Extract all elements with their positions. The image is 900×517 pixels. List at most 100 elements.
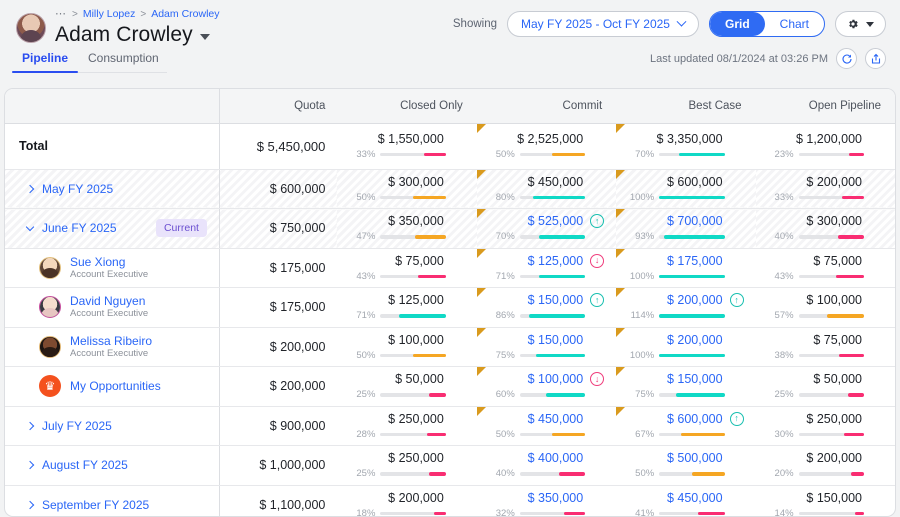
breadcrumb-overflow-icon[interactable]: ⋯ [55, 8, 67, 21]
metric-wrap: $ 100,000 57% [766, 293, 883, 321]
cell-commit[interactable]: $ 125,000 ↓ 71% [476, 248, 617, 288]
cell-commit[interactable]: $ 150,000 ↑ 86% [476, 287, 617, 328]
metric-value[interactable]: $ 175,000 [667, 254, 723, 268]
table-row: ♛ My Opportunities $ 200,000 $ 50,000 25% $ 1… [5, 366, 895, 407]
chevron-down-icon[interactable] [25, 222, 35, 231]
metric-wrap: $ 125,000 71% [347, 293, 464, 321]
metric-value-row: $ 125,000 ↓ [487, 253, 605, 268]
metric-percent: 70% [495, 231, 515, 243]
cell-best-case[interactable]: $ 200,000 100% [616, 327, 756, 367]
tab-consumption[interactable]: Consumption [78, 48, 169, 72]
metric-value-row: $ 600,000 ↑ [626, 411, 744, 426]
cell-best-case[interactable]: $ 450,000 41% [616, 485, 755, 517]
metric-value[interactable]: $ 450,000 [528, 412, 584, 426]
cell-quota: $ 200,000 [219, 327, 338, 367]
metric-value[interactable]: $ 150,000 [528, 293, 584, 307]
breadcrumb-item-milly-lopez[interactable]: Milly Lopez [83, 8, 136, 21]
metric-value[interactable]: $ 125,000 [528, 254, 584, 268]
metric-value: $ 600,000 [666, 174, 723, 189]
refresh-button[interactable] [836, 48, 857, 69]
view-toggle-grid[interactable]: Grid [709, 12, 765, 36]
cell-closed-only: $ 200,000 18% [337, 485, 476, 517]
metric-progress-row: 100% [626, 271, 743, 282]
tab-pipeline[interactable]: Pipeline [12, 48, 79, 73]
table-row: Melissa Ribeiro Account Executive $ 200,00… [5, 327, 895, 367]
cell-commit[interactable]: $ 450,000 50% [476, 406, 617, 446]
chevron-down-icon[interactable] [199, 34, 210, 40]
metric-percent: 33% [774, 191, 794, 203]
share-button[interactable] [865, 48, 886, 69]
cell-commit[interactable]: $ 525,000 ↑ 70% [476, 208, 617, 249]
metric-value-row: $ 75,000 [347, 254, 464, 268]
row-label-my-opportunities: ♛ My Opportunities [5, 366, 220, 407]
cell-quota: $ 175,000 [219, 287, 338, 328]
cell-commit[interactable]: $ 400,000 40% [476, 445, 617, 486]
month-link[interactable]: September FY 2025 [42, 498, 149, 512]
table-row: Sue Xiong Account Executive $ 175,000 $ 75,… [5, 248, 895, 288]
metric-value[interactable]: $ 350,000 [528, 491, 584, 505]
cell-best-case[interactable]: $ 175,000 100% [616, 248, 756, 288]
progress-fill [835, 274, 864, 278]
cell-best-case[interactable]: $ 500,000 50% [616, 445, 756, 486]
arrow-up-icon: ↑ [729, 293, 744, 308]
settings-button[interactable] [835, 11, 886, 37]
cell-best-case[interactable]: $ 600,000 ↑ 67% [616, 406, 756, 446]
metric-value[interactable]: $ 200,000 [667, 293, 723, 307]
progress-fill [552, 432, 586, 436]
column-header-closed-only: Closed Only [337, 89, 477, 124]
metric-percent: 75% [635, 389, 655, 401]
metric-percent: 50% [356, 349, 376, 361]
metric-percent: 67% [635, 428, 655, 440]
metric-value[interactable]: $ 400,000 [528, 451, 584, 465]
person-name-link[interactable]: David Nguyen [70, 294, 148, 308]
progress-fill [844, 432, 864, 436]
chevron-right-icon[interactable] [25, 421, 35, 430]
progress-fill [839, 353, 864, 357]
metric-percent: 50% [495, 149, 515, 160]
month-link[interactable]: August FY 2025 [42, 458, 128, 472]
view-toggle-chart[interactable]: Chart [765, 12, 824, 36]
progress-track [380, 235, 446, 239]
month-link[interactable]: July FY 2025 [42, 419, 112, 433]
cell-open-pipeline: $ 75,000 38% [755, 327, 895, 367]
progress-fill [417, 274, 446, 278]
metric-percent: 18% [356, 508, 376, 517]
metric-value[interactable]: $ 150,000 [528, 333, 584, 347]
metric-progress-row: 40% [766, 231, 883, 242]
month-link[interactable]: June FY 2025 [42, 221, 117, 235]
period-select[interactable]: May FY 2025 - Oct FY 2025 [507, 11, 699, 37]
cell-best-case[interactable]: $ 700,000 93% [616, 208, 756, 249]
chevron-right-icon[interactable] [25, 500, 35, 510]
progress-fill [528, 314, 586, 318]
metric-value[interactable]: $ 100,000 [528, 372, 584, 386]
metric-value[interactable]: $ 600,000 [667, 412, 723, 426]
progress-fill [680, 432, 725, 436]
month-link[interactable]: May FY 2025 [42, 182, 113, 196]
metric-value: $ 3,350,000 [656, 132, 723, 146]
metric-value[interactable]: $ 450,000 [667, 491, 723, 505]
breadcrumb-item-adam-crowley[interactable]: Adam Crowley [151, 8, 219, 21]
progress-fill [564, 511, 586, 516]
metric-value[interactable]: $ 150,000 [667, 372, 723, 386]
cell-closed-only: $ 250,000 28% [337, 406, 477, 446]
chevron-right-icon[interactable] [25, 461, 35, 470]
chevron-down-icon [676, 16, 687, 27]
metric-value[interactable]: $ 500,000 [667, 451, 723, 465]
cell-best-case[interactable]: $ 150,000 75% [616, 366, 756, 407]
chevron-right-icon[interactable] [25, 184, 35, 193]
progress-track [798, 353, 864, 357]
metric-percent: 40% [774, 231, 794, 243]
cell-commit[interactable]: $ 100,000 ↓ 60% [476, 366, 617, 407]
cell-best-case[interactable]: $ 200,000 ↑ 114% [616, 287, 756, 328]
progress-track [798, 472, 864, 476]
metric-value[interactable]: $ 200,000 [667, 333, 723, 347]
metric-percent: 100% [629, 191, 655, 203]
cell-commit[interactable]: $ 350,000 32% [477, 485, 616, 516]
my-opportunities-link[interactable]: My Opportunities [70, 379, 161, 393]
person-name-link[interactable]: Sue Xiong [70, 255, 148, 269]
person-name-link[interactable]: Melissa Ribeiro [70, 334, 152, 348]
cell-commit[interactable]: $ 150,000 75% [476, 327, 617, 367]
metric-value[interactable]: $ 525,000 [528, 214, 584, 228]
metric-percent: 41% [635, 508, 655, 517]
metric-value[interactable]: $ 700,000 [667, 214, 723, 228]
